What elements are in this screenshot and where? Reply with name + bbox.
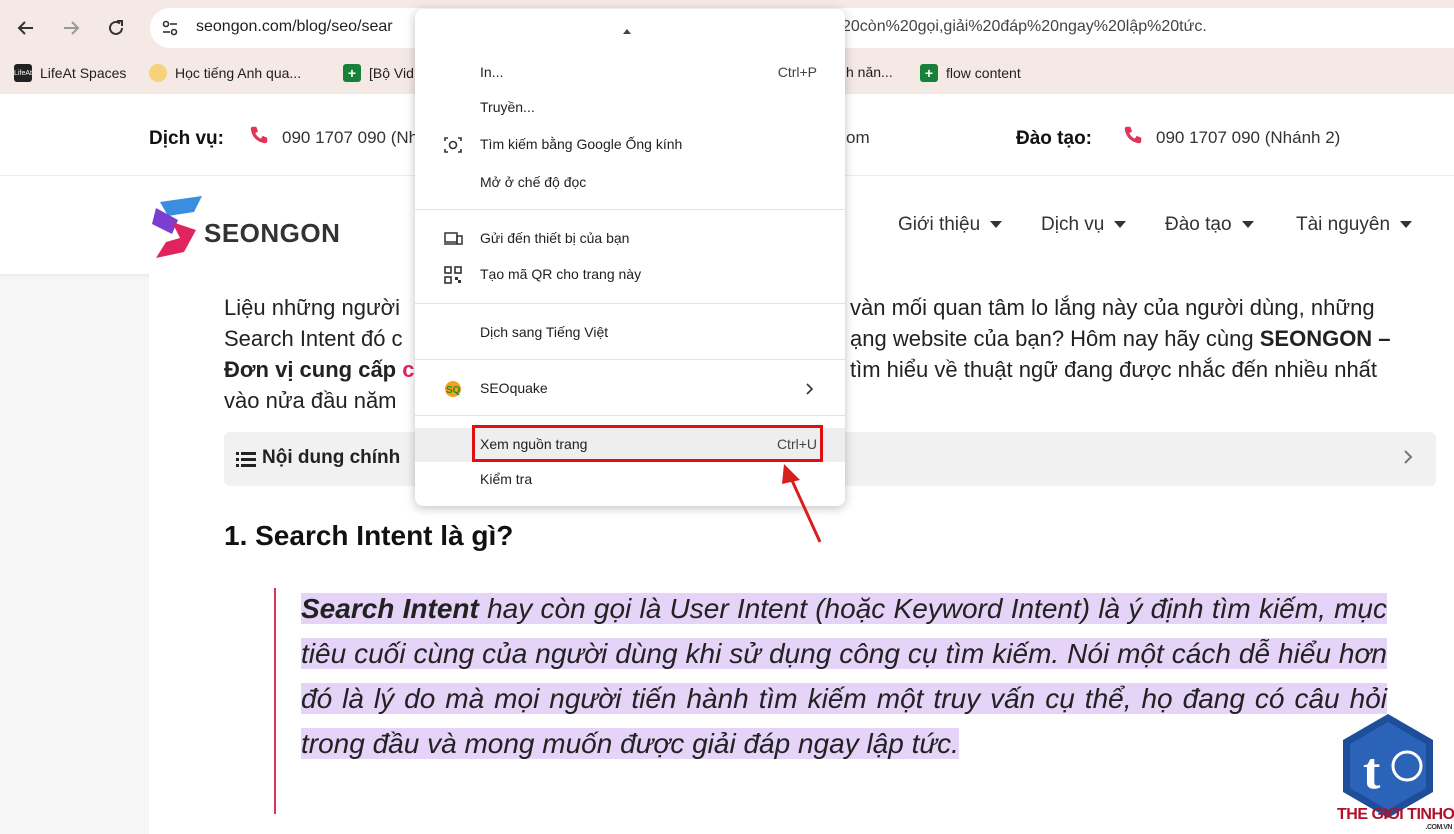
training-label: Đào tạo: xyxy=(1016,128,1092,149)
chevron-right-icon xyxy=(806,383,813,395)
menu-item-shortcut: Ctrl+P xyxy=(777,64,817,80)
service-label: Dịch vụ: xyxy=(149,128,224,149)
watermark-text: THE GIOI TINHOC.COM.VN xyxy=(1337,806,1454,831)
definition-quote: Search Intent hay còn gọi là User Intent… xyxy=(301,586,1387,766)
back-button[interactable] xyxy=(12,14,40,42)
menu-item-seoquake[interactable]: SQ SEOquake xyxy=(415,373,845,405)
svg-text:SQ: SQ xyxy=(446,385,461,396)
lifeat-icon: LifeAt xyxy=(14,64,32,82)
menu-separator xyxy=(415,359,845,360)
quote-border xyxy=(274,588,276,814)
forward-arrow-icon xyxy=(64,21,80,35)
nav-gioi-thieu[interactable]: Giới thiệu xyxy=(898,214,1003,236)
list-icon xyxy=(236,452,256,467)
site-settings-icon[interactable] xyxy=(160,18,180,38)
devices-icon xyxy=(444,232,463,245)
bookmark-label: Học tiếng Anh qua... xyxy=(175,65,302,81)
lens-icon xyxy=(444,137,462,153)
menu-item-label: Dịch sang Tiếng Việt xyxy=(480,324,609,340)
nav-label: Giới thiệu xyxy=(898,214,981,235)
caret-down-icon xyxy=(1400,221,1413,229)
intro-text: ạng website của bạn? Hôm nay hãy cùng xyxy=(850,326,1254,351)
nav-label: Dịch vụ xyxy=(1041,214,1105,235)
menu-item-qr-code[interactable]: Tạo mã QR cho trang này xyxy=(415,259,845,291)
bookmark-nang[interactable]: h năn... xyxy=(846,64,893,80)
svg-text:t: t xyxy=(1363,743,1381,800)
nav-dich-vu[interactable]: Dịch vụ xyxy=(1041,214,1127,236)
bookmark-label: flow content xyxy=(946,65,1021,81)
caret-down-icon xyxy=(1241,221,1254,229)
scroll-up-icon[interactable] xyxy=(623,29,631,34)
bookmark-label: h năn... xyxy=(846,64,893,80)
url-text: seongon.com/blog/seo/sear xyxy=(196,18,393,35)
quote-term: Search Intent xyxy=(301,593,479,624)
intro-text: Liệu những người xyxy=(224,295,400,320)
sheets-icon: + xyxy=(920,64,938,82)
seoquake-icon: SQ xyxy=(445,381,461,397)
nav-label: Đào tạo xyxy=(1165,214,1232,235)
watermark-title: THE GIOI TINHOC xyxy=(1337,806,1454,823)
menu-item-label: Kiểm tra xyxy=(480,471,533,487)
intro-text: Search Intent đó c xyxy=(224,326,403,351)
sheets-icon: + xyxy=(343,64,361,82)
avatar-icon xyxy=(149,64,167,82)
intro-text: vàn mối quan tâm lo lắng này của người d… xyxy=(850,295,1375,320)
service-phone[interactable]: 090 1707 090 (Nh xyxy=(282,128,418,148)
menu-item-send-to-device[interactable]: Gửi đến thiết bị của bạn xyxy=(415,223,845,255)
intro-text: tìm hiểu về thuật ngữ đang được nhắc đến… xyxy=(850,357,1378,382)
annotation-highlight xyxy=(472,425,823,462)
forward-button[interactable] xyxy=(57,14,85,42)
menu-item-label: SEOquake xyxy=(480,380,548,396)
bookmark-label: LifeAt Spaces xyxy=(40,65,127,81)
menu-item-cast[interactable]: Truyền... xyxy=(415,92,845,124)
bookmark-label: [Bộ Vid xyxy=(369,65,414,81)
caret-down-icon xyxy=(1114,221,1127,229)
email-partial[interactable]: om xyxy=(846,128,870,148)
menu-item-label: In... xyxy=(480,64,504,80)
phone-icon xyxy=(250,126,268,144)
annotation-arrow-icon xyxy=(782,464,822,543)
brand-text: SEONGON – xyxy=(1259,326,1391,351)
phone-icon xyxy=(1124,126,1142,144)
bookmark-lifeat[interactable]: LifeAt LifeAt Spaces xyxy=(14,64,126,82)
training-phone[interactable]: 090 1707 090 (Nhánh 2) xyxy=(1156,128,1340,148)
watermark-sub: .COM.VN xyxy=(1425,824,1453,831)
chevron-right-icon xyxy=(1404,450,1413,464)
brand-text: Đơn vị cung cấp xyxy=(224,357,397,382)
qr-icon xyxy=(444,266,462,284)
menu-item-translate[interactable]: Dịch sang Tiếng Việt xyxy=(415,317,845,349)
seongon-logo-icon[interactable] xyxy=(148,194,206,260)
bookmark-flow-content[interactable]: + flow content xyxy=(920,64,1021,82)
section-heading: 1. Search Intent là gì? xyxy=(224,520,514,551)
nav-label: Tài nguyên xyxy=(1296,214,1391,235)
back-arrow-icon xyxy=(17,21,33,35)
logo-text[interactable]: SEONGON xyxy=(204,218,340,249)
menu-item-label: Tìm kiếm bằng Google Ống kính xyxy=(480,136,683,152)
reload-icon xyxy=(109,20,123,35)
menu-item-label: Gửi đến thiết bị của bạn xyxy=(480,230,630,246)
bookmark-bo-vid[interactable]: + [Bộ Vid xyxy=(343,64,414,82)
url-text-tail: 20còn%20gọi,giải%20đáp%20ngay%20lập%20tứ… xyxy=(842,18,1207,35)
menu-separator xyxy=(415,415,845,416)
menu-item-reader-mode[interactable]: Mở ở chế độ đọc xyxy=(415,167,845,199)
menu-separator xyxy=(415,209,845,210)
menu-item-print[interactable]: In... Ctrl+P xyxy=(415,57,845,89)
nav-dao-tao[interactable]: Đào tạo xyxy=(1165,214,1254,236)
reload-button[interactable] xyxy=(102,14,130,42)
nav-tai-nguyen[interactable]: Tài nguyên xyxy=(1296,214,1413,236)
caret-down-icon xyxy=(990,221,1003,229)
menu-separator xyxy=(415,303,845,304)
toc-label: Nội dung chính xyxy=(262,447,401,468)
menu-item-label: Mở ở chế độ đọc xyxy=(480,174,587,190)
intro-text: vào nửa đầu năm xyxy=(224,388,397,413)
menu-item-google-lens[interactable]: Tìm kiếm bằng Google Ống kính xyxy=(415,129,845,161)
menu-item-label: Tạo mã QR cho trang này xyxy=(480,266,642,282)
brand-text-red: c xyxy=(402,357,415,382)
bookmark-hoc-tieng-anh[interactable]: Học tiếng Anh qua... xyxy=(149,64,301,82)
menu-item-label: Truyền... xyxy=(480,99,535,115)
